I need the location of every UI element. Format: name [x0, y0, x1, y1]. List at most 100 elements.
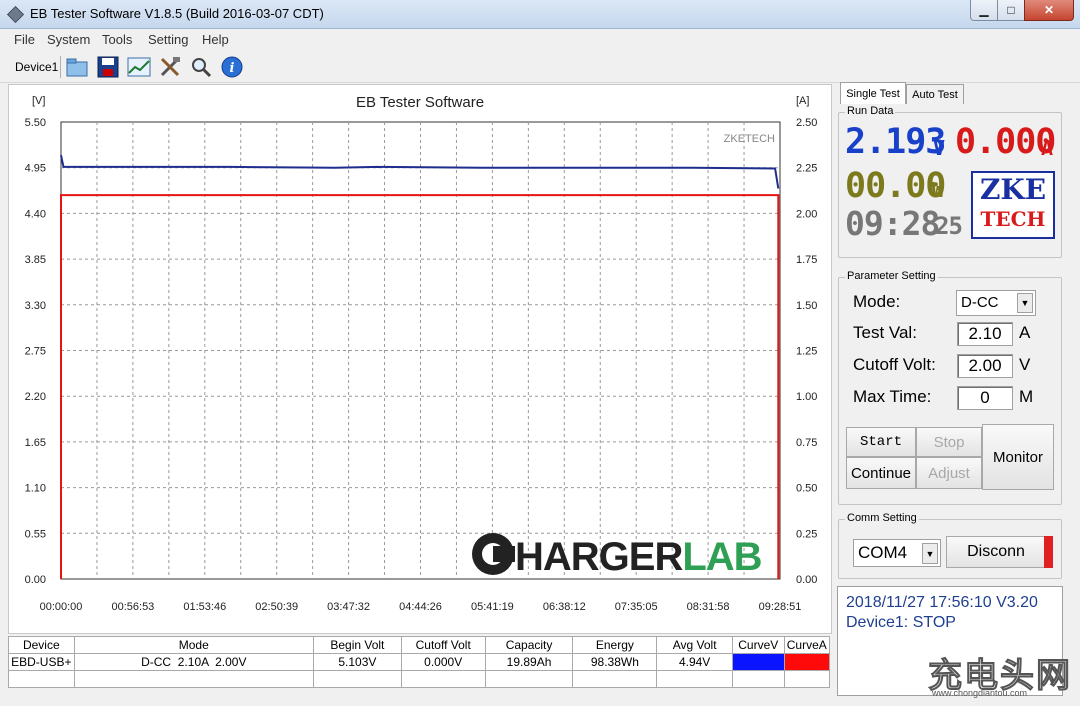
x-tick-label: 05:41:19 — [471, 601, 514, 613]
col-curve-v[interactable]: CurveV — [732, 636, 785, 654]
mode-label: Mode: — [853, 292, 901, 311]
col-capacity[interactable]: Capacity — [484, 636, 574, 654]
x-tick-label: 03:47:32 — [327, 601, 370, 613]
col-mode[interactable]: Mode — [73, 636, 314, 654]
elapsed-time-readout: 09:28 — [845, 204, 940, 243]
zke-tech-logo: ZKE TECH — [971, 171, 1055, 239]
y-right-tick-label: 0.25 — [796, 528, 817, 540]
col-avg-volt[interactable]: Avg Volt — [656, 636, 733, 654]
menu-file[interactable]: File — [14, 32, 35, 47]
maximize-icon: □ — [1007, 3, 1015, 17]
test-val-input[interactable]: 2.10 — [957, 322, 1013, 346]
adjust-button[interactable]: Adjust — [916, 457, 982, 489]
close-button[interactable]: ✕ — [1024, 0, 1074, 21]
x-tick-label: 00:56:53 — [111, 601, 154, 613]
elapsed-seconds-readout: 25 — [935, 212, 963, 240]
status-device-state: Device1: STOP — [846, 614, 956, 631]
col-cutoff-volt[interactable]: Cutoff Volt — [400, 636, 486, 654]
toolbar-separator — [60, 56, 61, 78]
y-left-tick-label: 4.95 — [25, 163, 46, 175]
menu-tools[interactable]: Tools — [102, 32, 132, 47]
info-icon[interactable]: i — [219, 54, 245, 80]
test-val-unit: A — [1019, 323, 1031, 342]
right-axis-unit: [A] — [796, 95, 809, 107]
cell-mode: D-CC 2.10A 2.00V — [73, 653, 314, 671]
chart-icon[interactable] — [126, 54, 152, 80]
stop-button[interactable]: Stop — [916, 427, 982, 457]
disconnect-button[interactable]: Disconn — [946, 536, 1046, 568]
close-icon: ✕ — [1043, 3, 1055, 17]
max-time-input[interactable]: 0 — [957, 386, 1013, 410]
tab-single-test[interactable]: Single Test — [840, 82, 906, 104]
com-port-select[interactable]: COM4 ▼ — [853, 539, 941, 567]
table-row[interactable]: EBD-USB+ D-CC 2.10A 2.00V 5.103V 0.000V … — [8, 653, 830, 671]
mode-value: D-CC — [961, 294, 999, 311]
zketech-watermark: ZKETECH — [724, 133, 775, 145]
test-val-label: Test Val: — [853, 323, 917, 342]
mode-select[interactable]: D-CC ▼ — [956, 290, 1036, 316]
y-right-tick-label: 2.00 — [796, 208, 817, 220]
left-axis-unit: [V] — [32, 95, 45, 107]
x-tick-label: 01:53:46 — [183, 601, 226, 613]
cutoff-volt-unit: V — [1019, 355, 1031, 374]
status-timestamp: 2018/11/27 17:56:10 V3.20 — [846, 594, 1038, 611]
toolbar: Device1 i — [0, 50, 1080, 83]
cutoff-volt-input[interactable]: 2.00 — [957, 354, 1013, 378]
col-curve-a[interactable]: CurveA — [783, 636, 830, 654]
save-icon[interactable] — [95, 54, 121, 80]
minimize-button[interactable]: ▁ — [970, 0, 998, 21]
cell-begin-volt: 5.103V — [312, 653, 402, 671]
maximize-button[interactable]: □ — [997, 0, 1025, 21]
device-selector[interactable]: Device1 — [15, 60, 58, 74]
logo-tech: TECH — [980, 207, 1046, 231]
cutoff-volt-label: Cutoff Volt: — [853, 355, 936, 374]
search-icon[interactable] — [188, 54, 214, 80]
x-tick-label: 04:44:26 — [399, 601, 442, 613]
cell-energy: 98.38Wh — [572, 653, 658, 671]
menu-bar: File System Tools Setting Help — [0, 29, 1080, 49]
x-tick-label: 02:50:39 — [255, 601, 298, 613]
app-window: EB Tester Software V1.8.5 (Build 2016-03… — [0, 0, 1080, 706]
monitor-button[interactable]: Monitor — [982, 424, 1054, 490]
chargerlab-logo: HARGERLAB — [472, 533, 763, 579]
power-unit: W — [932, 178, 944, 202]
svg-text:i: i — [230, 61, 235, 76]
chevron-down-icon[interactable]: ▼ — [922, 543, 938, 564]
minimize-icon: ▁ — [979, 3, 989, 17]
cell-capacity: 19.89Ah — [484, 653, 574, 671]
y-left-tick-label: 4.40 — [25, 208, 46, 220]
menu-help[interactable]: Help — [202, 32, 229, 47]
app-icon — [7, 6, 24, 23]
col-device[interactable]: Device — [8, 636, 75, 654]
col-energy[interactable]: Energy — [572, 636, 658, 654]
chargerlab-text: HARGERLAB — [515, 535, 762, 579]
window-title: EB Tester Software V1.8.5 (Build 2016-03… — [30, 6, 324, 21]
chart-title: EB Tester Software — [356, 94, 484, 111]
curve-v-color[interactable] — [732, 653, 785, 671]
tab-auto-test[interactable]: Auto Test — [906, 84, 964, 104]
y-right-tick-label: 0.00 — [796, 574, 817, 586]
y-right-tick-label: 1.75 — [796, 254, 817, 266]
max-time-label: Max Time: — [853, 387, 932, 406]
tools-icon[interactable] — [157, 54, 183, 80]
menu-setting[interactable]: Setting — [148, 32, 188, 47]
table-header-row: Device Mode Begin Volt Cutoff Volt Capac… — [8, 636, 830, 654]
y-left-tick-label: 3.30 — [25, 300, 46, 312]
y-left-tick-label: 0.55 — [25, 528, 46, 540]
title-bar[interactable]: EB Tester Software V1.8.5 (Build 2016-03… — [0, 0, 1080, 29]
y-left-tick-label: 2.20 — [25, 391, 46, 403]
curve-a-color[interactable] — [783, 653, 830, 671]
run-data-label: Run Data — [845, 105, 896, 117]
continue-button[interactable]: Continue — [846, 457, 916, 489]
site-watermark-url: www.chongdiantou.com — [932, 688, 1028, 698]
x-tick-label: 07:35:05 — [615, 601, 658, 613]
menu-system[interactable]: System — [47, 32, 90, 47]
chevron-down-icon[interactable]: ▼ — [1017, 293, 1033, 313]
comm-setting-label: Comm Setting — [845, 512, 919, 524]
open-folder-icon[interactable] — [64, 54, 90, 80]
col-begin-volt[interactable]: Begin Volt — [312, 636, 402, 654]
results-table: Device Mode Begin Volt Cutoff Volt Capac… — [8, 636, 830, 688]
start-button[interactable]: Start — [846, 427, 916, 457]
x-tick-label: 06:38:12 — [543, 601, 586, 613]
table-row-empty — [8, 670, 830, 688]
